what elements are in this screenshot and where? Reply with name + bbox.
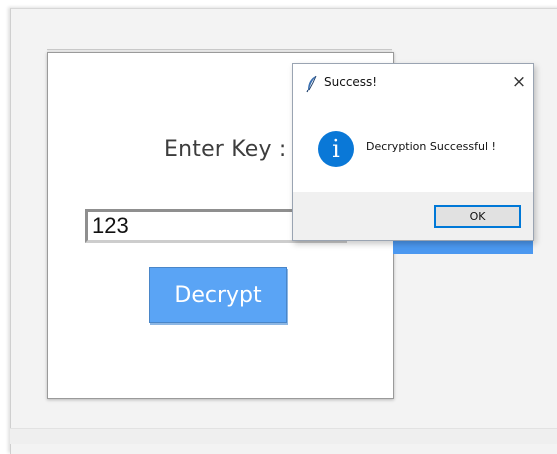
key-label: Enter Key : xyxy=(164,137,287,162)
dialog-title: Success! xyxy=(324,75,378,89)
info-icon: i xyxy=(318,131,354,167)
taskbar-strip xyxy=(10,428,557,444)
close-icon[interactable]: × xyxy=(509,70,529,94)
feather-icon xyxy=(306,75,317,93)
decrypt-button[interactable]: Decrypt xyxy=(149,267,287,323)
success-dialog: Success! × i Decryption Successful ! OK xyxy=(292,63,534,241)
dialog-message: Decryption Successful ! xyxy=(366,140,496,153)
ok-button[interactable]: OK xyxy=(434,205,521,228)
